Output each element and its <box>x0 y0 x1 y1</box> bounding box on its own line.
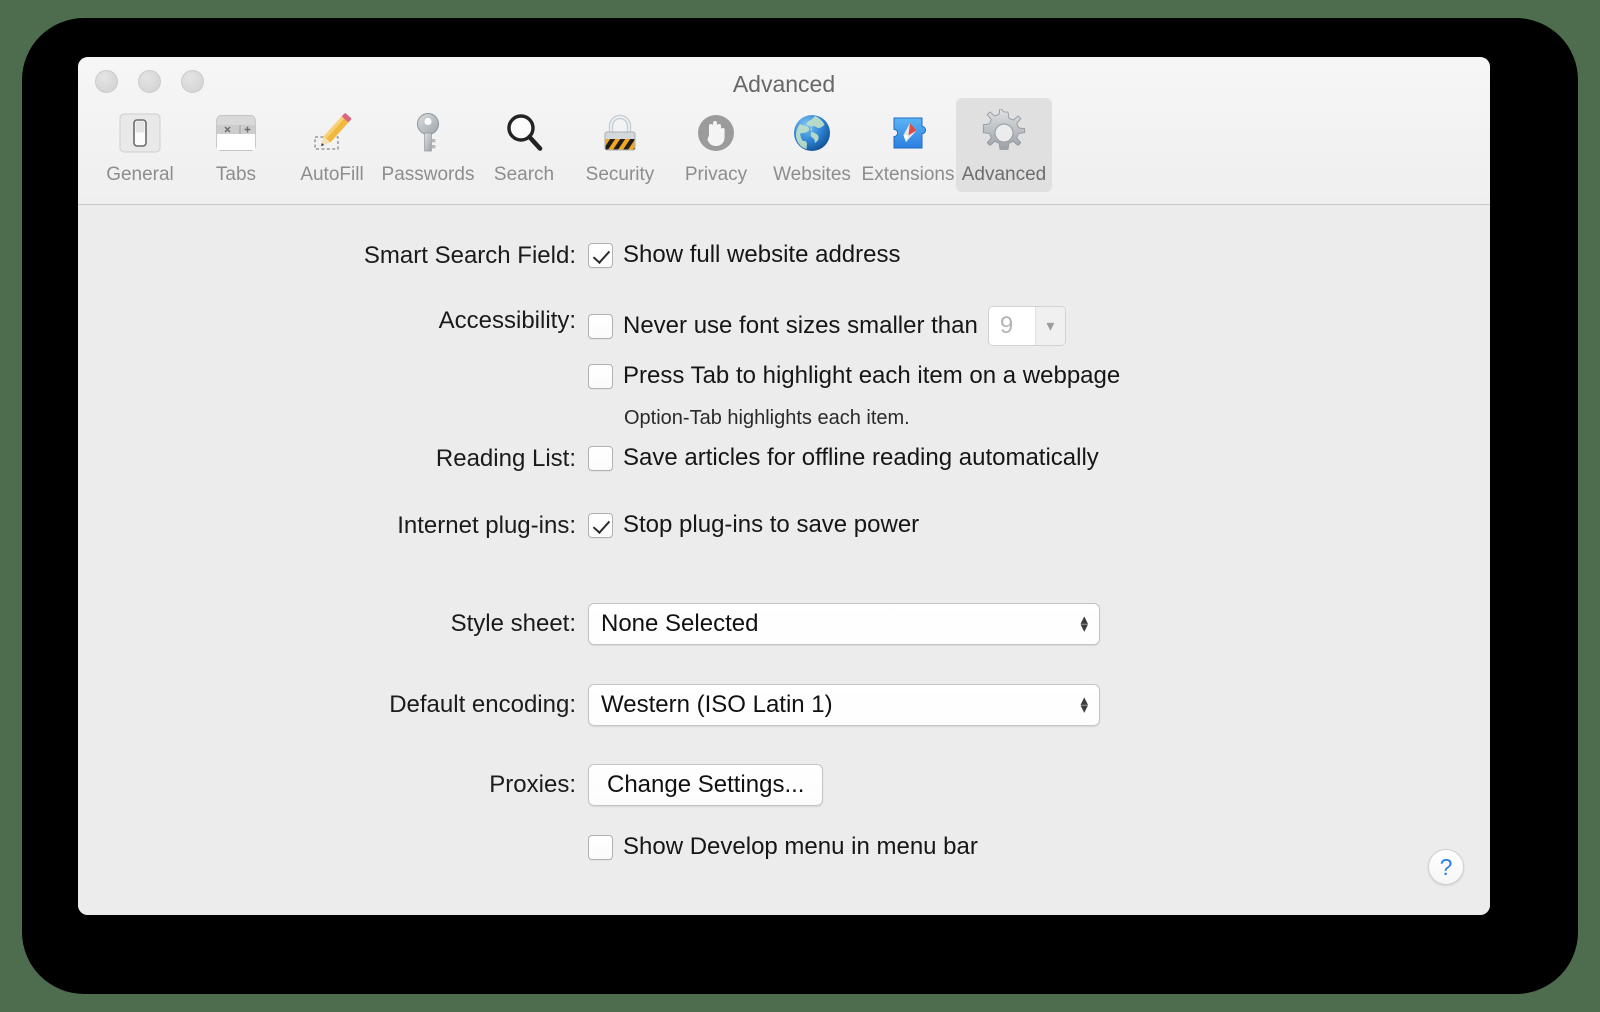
show-full-address-label: Show full website address <box>623 241 901 268</box>
tab-websites-label: Websites <box>773 164 851 185</box>
show-develop-menu-label: Show Develop menu in menu bar <box>623 833 978 860</box>
stop-plugins-checkbox-row[interactable]: Stop plug-ins to save power <box>588 511 919 539</box>
chevron-down-icon[interactable]: ▾ <box>1034 307 1065 345</box>
tab-security[interactable]: Security <box>572 98 668 192</box>
autofill-pencil-icon <box>303 104 361 162</box>
save-articles-checkbox-row[interactable]: Save articles for offline reading automa… <box>588 444 1099 472</box>
tabs-window-icon <box>207 104 265 162</box>
tab-security-label: Security <box>585 164 655 185</box>
style-sheet-value: None Selected <box>601 610 759 637</box>
tab-extensions[interactable]: Extensions <box>860 98 956 192</box>
show-full-address-checkbox[interactable] <box>588 242 613 268</box>
show-develop-menu-checkbox[interactable] <box>588 834 613 860</box>
save-articles-label: Save articles for offline reading automa… <box>623 444 1099 471</box>
press-tab-checkbox[interactable] <box>588 363 613 389</box>
press-tab-checkbox-row[interactable]: Press Tab to highlight each item on a we… <box>588 362 1120 390</box>
min-font-size-value: 9 <box>999 312 1014 339</box>
stop-plugins-checkbox[interactable] <box>588 512 613 538</box>
tab-websites[interactable]: Websites <box>764 98 860 192</box>
help-button[interactable]: ? <box>1428 849 1464 885</box>
reading-list-label: Reading List: <box>435 445 576 472</box>
default-encoding-label: Default encoding: <box>389 691 576 718</box>
extensions-puzzle-icon <box>879 104 937 162</box>
save-articles-checkbox[interactable] <box>588 445 613 471</box>
tab-advanced-label: Advanced <box>961 164 1047 185</box>
row-default-encoding: Default encoding: Western (ISO Latin 1) … <box>78 684 1100 726</box>
tab-advanced[interactable]: Advanced <box>956 98 1052 192</box>
row-proxies: Proxies: Change Settings... <box>78 764 824 806</box>
tab-tabs[interactable]: Tabs <box>188 98 284 192</box>
tab-passwords[interactable]: Passwords <box>380 98 476 192</box>
min-font-size-checkbox-row[interactable]: Never use font sizes smaller than 9 ▾ <box>588 306 1066 346</box>
chevron-updown-icon: ▴ ▾ <box>1080 692 1088 717</box>
press-tab-label: Press Tab to highlight each item on a we… <box>623 362 1121 389</box>
preferences-tab-bar: General Tabs AutoFill Passwords Search S… <box>92 98 1052 192</box>
option-tab-hint: Option-Tab highlights each item. <box>624 407 910 429</box>
change-settings-button[interactable]: Change Settings... <box>588 764 824 806</box>
tab-autofill-label: AutoFill <box>300 164 364 185</box>
passwords-key-icon <box>399 104 457 162</box>
advanced-settings-panel: Smart Search Field: Show full website ad… <box>78 205 1490 915</box>
tab-general-label: General <box>106 164 174 185</box>
row-smart-search-field: Smart Search Field: Show full website ad… <box>78 241 901 271</box>
default-encoding-value: Western (ISO Latin 1) <box>601 691 833 718</box>
security-padlock-icon <box>591 104 649 162</box>
min-font-size-label: Never use font sizes smaller than <box>623 312 978 339</box>
show-full-address-checkbox-row[interactable]: Show full website address <box>588 241 900 269</box>
min-font-size-combobox[interactable]: 9 ▾ <box>987 306 1066 346</box>
preferences-toolbar: Advanced General Tabs AutoFill Passwords… <box>78 57 1490 205</box>
tab-autofill[interactable]: AutoFill <box>284 98 380 192</box>
tab-passwords-label: Passwords <box>381 164 475 185</box>
proxies-label: Proxies: <box>489 771 576 798</box>
row-accessibility: Accessibility: Never use font sizes smal… <box>78 306 1120 430</box>
internet-plugins-label: Internet plug-ins: <box>397 512 576 539</box>
style-sheet-popup[interactable]: None Selected ▴ ▾ <box>588 603 1100 645</box>
style-sheet-label: Style sheet: <box>450 610 576 637</box>
accessibility-label: Accessibility: <box>438 307 576 334</box>
row-internet-plugins: Internet plug-ins: Stop plug-ins to save… <box>78 511 919 541</box>
tab-tabs-label: Tabs <box>215 164 257 185</box>
show-develop-menu-checkbox-row[interactable]: Show Develop menu in menu bar <box>588 833 978 861</box>
chevron-updown-icon: ▴ ▾ <box>1080 611 1088 636</box>
advanced-gear-icon <box>975 104 1033 162</box>
tab-privacy[interactable]: Privacy <box>668 98 764 192</box>
row-style-sheet: Style sheet: None Selected ▴ ▾ <box>78 603 1100 645</box>
tab-search[interactable]: Search <box>476 98 572 192</box>
smart-search-label: Smart Search Field: <box>363 242 576 269</box>
search-magnifier-icon <box>495 104 553 162</box>
websites-globe-icon <box>783 104 841 162</box>
privacy-hand-icon <box>687 104 745 162</box>
window-title: Advanced <box>732 71 836 97</box>
row-reading-list: Reading List: Save articles for offline … <box>78 444 1099 474</box>
stop-plugins-label: Stop plug-ins to save power <box>623 511 920 538</box>
safari-preferences-window: Advanced General Tabs AutoFill Passwords… <box>78 57 1490 915</box>
min-font-size-checkbox[interactable] <box>588 313 613 339</box>
row-develop-menu: Show Develop menu in menu bar <box>78 833 978 861</box>
tab-search-label: Search <box>493 164 555 185</box>
default-encoding-popup[interactable]: Western (ISO Latin 1) ▴ ▾ <box>588 684 1100 726</box>
general-switch-icon <box>111 104 169 162</box>
tab-extensions-label: Extensions <box>861 164 955 185</box>
tab-general[interactable]: General <box>92 98 188 192</box>
tab-privacy-label: Privacy <box>684 164 748 185</box>
